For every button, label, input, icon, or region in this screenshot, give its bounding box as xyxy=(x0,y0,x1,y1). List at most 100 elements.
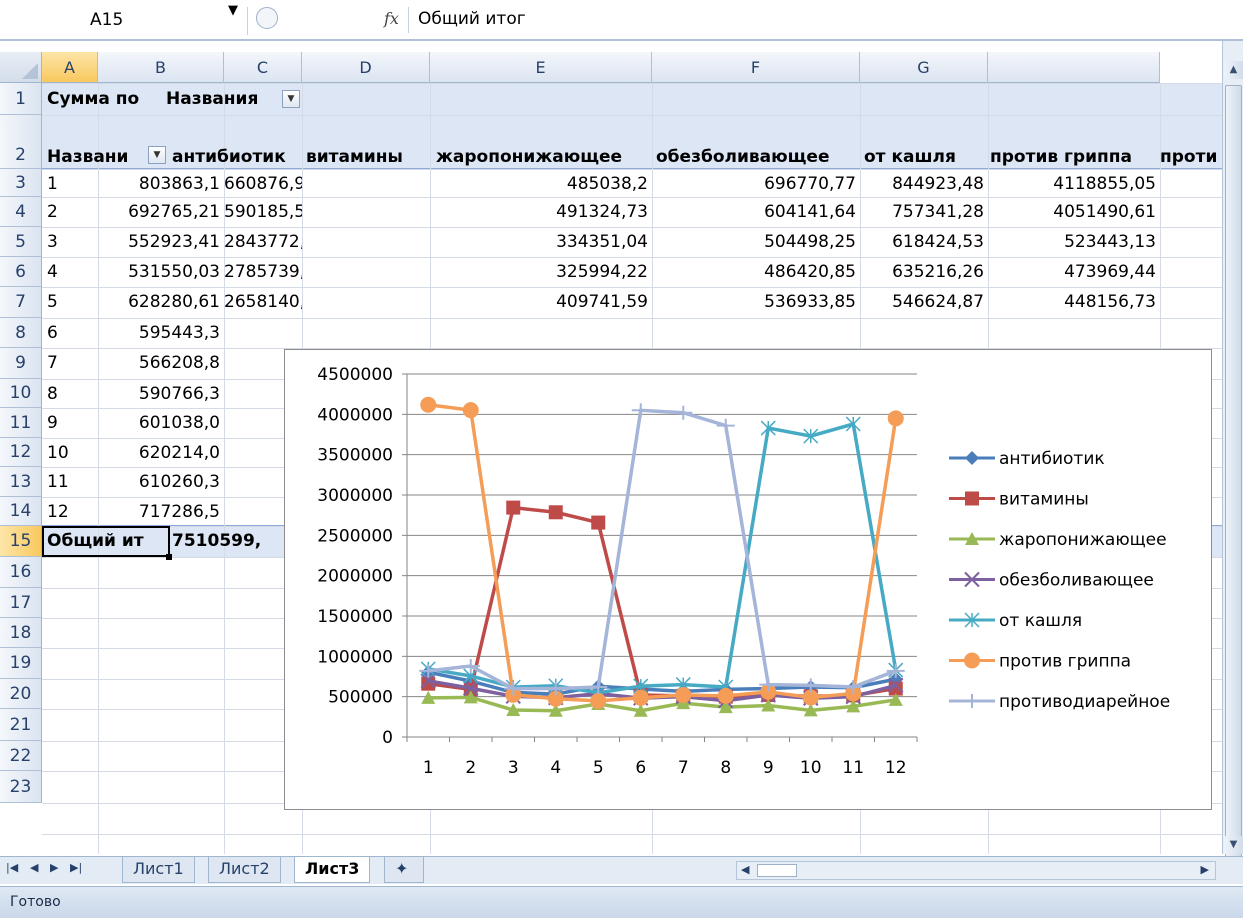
x-tick-label: 7 xyxy=(678,758,689,778)
row-header-19[interactable]: 19 xyxy=(0,648,42,679)
scroll-down-icon[interactable]: ▼ xyxy=(1224,836,1243,854)
pivot-value-cell[interactable]: 692765,21 xyxy=(98,202,224,222)
pivot-value-cell[interactable]: 531550,03 xyxy=(98,262,224,282)
pivot-value-cell[interactable]: 620214,0 xyxy=(98,443,224,463)
column-header-c[interactable]: C xyxy=(224,52,302,83)
pivot-total-value: 7510599, xyxy=(172,531,262,551)
pivot-value-cell[interactable]: 590766,3 xyxy=(98,384,224,404)
formula-bar: A15 ▼ fx Общий итог xyxy=(0,0,1243,41)
pivot-value-cell[interactable]: 590185,59 xyxy=(224,202,302,222)
formula-options-icon[interactable] xyxy=(256,7,278,29)
pivot-row-label: 1 xyxy=(47,174,58,194)
horizontal-scroll-thumb[interactable] xyxy=(757,864,797,877)
pivot-row-label: 11 xyxy=(47,472,69,492)
column-header-b[interactable]: B xyxy=(98,52,224,83)
insert-function-icon[interactable]: fx xyxy=(384,9,399,28)
pivot-value-cell[interactable]: 473969,44 xyxy=(860,262,1160,282)
pivot-value-cell[interactable]: 660876,93 xyxy=(224,174,302,194)
row-header-20[interactable]: 20 xyxy=(0,679,42,709)
row-header-6[interactable]: 6 xyxy=(0,257,42,287)
scroll-right-icon[interactable]: ▶ xyxy=(1201,863,1209,876)
y-tick-label: 1000000 xyxy=(317,647,393,667)
pivot-value-cell[interactable]: 717286,5 xyxy=(98,502,224,522)
row-header-13[interactable]: 13 xyxy=(0,467,42,497)
pivot-value-cell[interactable]: 2843772,5 xyxy=(224,232,302,252)
horizontal-scrollbar[interactable]: ◀ ▶ xyxy=(736,861,1216,880)
pivot-value-cell[interactable]: 4051490,61 xyxy=(860,202,1160,222)
pivot-value-cell[interactable]: 610260,3 xyxy=(98,472,224,492)
pivot-value-cell[interactable]: 628280,61 xyxy=(98,292,224,312)
pivot-value-cell[interactable]: 566208,8 xyxy=(98,353,224,373)
select-all-corner[interactable] xyxy=(0,52,42,83)
scroll-up-icon[interactable]: ▲ xyxy=(1224,61,1243,79)
vertical-scroll-thumb[interactable] xyxy=(1225,85,1242,875)
sheet-tab-bar: |◀ ◀ ▶ ▶| Лист1 Лист2 Лист3 ✦ ◀ ▶ xyxy=(0,856,1243,884)
pivot-value-cell[interactable]: 2785739,3 xyxy=(224,262,302,282)
pivot-value-cell[interactable]: 2658140,9 xyxy=(224,292,302,312)
row-header-8[interactable]: 8 xyxy=(0,318,42,348)
series-line-4 xyxy=(427,421,898,695)
vertical-scrollbar[interactable]: ▲ ▼ xyxy=(1222,41,1243,875)
row-header-7[interactable]: 7 xyxy=(0,287,42,318)
tab-sheet2[interactable]: Лист2 xyxy=(208,857,281,883)
row-header-9[interactable]: 9 xyxy=(0,348,42,379)
formula-content[interactable]: Общий итог xyxy=(418,9,526,29)
row-header-18[interactable]: 18 xyxy=(0,618,42,648)
row-header-22[interactable]: 22 xyxy=(0,741,42,771)
tab-sheet1[interactable]: Лист1 xyxy=(122,857,195,883)
fill-handle[interactable] xyxy=(166,554,172,560)
row-header-4[interactable]: 4 xyxy=(0,197,42,227)
row-header-2[interactable]: 2 xyxy=(0,115,42,169)
row-header-1[interactable]: 1 xyxy=(0,83,42,115)
row-gridline xyxy=(42,318,1222,319)
row-header-15[interactable]: 15 xyxy=(0,526,42,557)
pivot-value-cell[interactable]: 601038,0 xyxy=(98,413,224,433)
row-header-16[interactable]: 16 xyxy=(0,557,42,588)
pivot-row-label: 8 xyxy=(47,384,58,404)
row-header-10[interactable]: 10 xyxy=(0,379,42,408)
row-header-23[interactable]: 23 xyxy=(0,771,42,803)
name-box[interactable]: A15 xyxy=(8,7,248,35)
legend-label: против гриппа xyxy=(999,652,1131,672)
x-tick-label: 5 xyxy=(593,758,604,778)
data-point xyxy=(717,687,734,704)
row-field-dropdown-icon[interactable]: ▼ xyxy=(148,146,166,164)
last-sheet-icon[interactable]: ▶| xyxy=(70,861,82,874)
column-header-e[interactable]: E xyxy=(430,52,652,83)
column-field-dropdown-icon[interactable]: ▼ xyxy=(282,90,300,108)
row-header-14[interactable]: 14 xyxy=(0,497,42,526)
row-header-21[interactable]: 21 xyxy=(0,709,42,741)
pivot-value-cell[interactable]: 552923,41 xyxy=(98,232,224,252)
pivot-value-cell[interactable]: 803863,1 xyxy=(98,174,224,194)
row-header-5[interactable]: 5 xyxy=(0,227,42,257)
pivot-value-cell[interactable]: 448156,73 xyxy=(860,292,1160,312)
column-header-a[interactable]: A xyxy=(42,52,98,83)
tab-sheet3[interactable]: Лист3 xyxy=(294,857,371,883)
column-header-g[interactable]: G xyxy=(860,52,988,83)
data-point xyxy=(421,676,436,691)
row-header-3[interactable]: 3 xyxy=(0,169,42,197)
next-sheet-icon[interactable]: ▶ xyxy=(50,861,58,874)
insert-sheet-icon[interactable]: ✦ xyxy=(384,857,424,883)
column-header-h[interactable] xyxy=(988,52,1160,83)
row-gridline xyxy=(42,287,1222,288)
row-header-17[interactable]: 17 xyxy=(0,588,42,618)
row-header-12[interactable]: 12 xyxy=(0,438,42,467)
line-chart[interactable]: 4500000 4000000 3500000 3000000 2500000 20000… xyxy=(284,349,1212,810)
prev-sheet-icon[interactable]: ◀ xyxy=(30,861,38,874)
x-tick-label: 12 xyxy=(885,758,907,778)
pivot-row-label: 12 xyxy=(47,502,69,522)
column-header-d[interactable]: D xyxy=(302,52,430,83)
pivot-column-header: антибиотик xyxy=(172,147,286,167)
row-gridline xyxy=(42,115,1222,116)
first-sheet-icon[interactable]: |◀ xyxy=(6,861,18,874)
pivot-value-cell[interactable]: 4118855,05 xyxy=(860,174,1160,194)
pivot-value-cell[interactable]: 595443,3 xyxy=(98,323,224,343)
legend-label: от кашля xyxy=(999,611,1082,631)
column-header-f[interactable]: F xyxy=(652,52,860,83)
name-box-dropdown-icon[interactable]: ▼ xyxy=(228,3,238,18)
row-header-11[interactable]: 11 xyxy=(0,408,42,438)
pivot-value-cell[interactable]: 523443,13 xyxy=(860,232,1160,252)
scroll-left-icon[interactable]: ◀ xyxy=(741,863,749,876)
data-point xyxy=(591,515,606,530)
